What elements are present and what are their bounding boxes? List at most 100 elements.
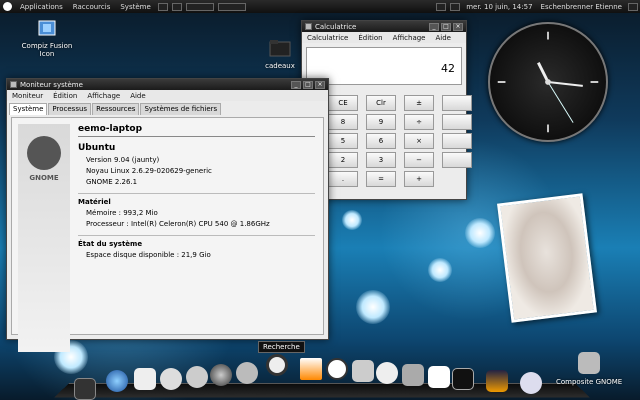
- key-9[interactable]: 9: [366, 114, 396, 130]
- key-divide[interactable]: ÷: [404, 114, 434, 130]
- search-icon[interactable]: [266, 354, 288, 376]
- media-icon[interactable]: [186, 366, 208, 388]
- tab-processus[interactable]: Processus: [48, 103, 92, 115]
- launcher-icon[interactable]: [171, 2, 182, 11]
- key-equals[interactable]: =: [366, 171, 396, 187]
- gimp-icon[interactable]: [236, 362, 258, 384]
- hostname: eemo-laptop: [78, 124, 315, 137]
- inkscape-icon[interactable]: [352, 360, 374, 382]
- bubble-decoration: [342, 210, 362, 230]
- compiz-icon: [38, 20, 56, 36]
- menu-edition[interactable]: Édition: [48, 92, 82, 100]
- key-6[interactable]: 6: [366, 133, 396, 149]
- shutdown-icon[interactable]: [628, 2, 638, 11]
- key-blank[interactable]: [442, 133, 472, 149]
- mail-icon[interactable]: [134, 368, 156, 390]
- tab-systeme[interactable]: Système: [9, 103, 48, 115]
- gnome-version: GNOME 2.26.1: [86, 178, 138, 186]
- network-icon[interactable]: [436, 2, 447, 11]
- key-3[interactable]: 3: [366, 152, 396, 168]
- disk-space-info: Espace disque disponible : 21,9 Gio: [86, 251, 211, 259]
- menu-edition[interactable]: Édition: [353, 34, 387, 42]
- key-blank[interactable]: [442, 114, 472, 130]
- key-2[interactable]: 2: [328, 152, 358, 168]
- key-ce[interactable]: CE: [328, 95, 358, 111]
- bubble-decoration: [465, 218, 495, 248]
- menu-aide[interactable]: Aide: [431, 34, 456, 42]
- calculator-menubar: Calculatrice Édition Affichage Aide: [302, 32, 466, 43]
- settings-icon[interactable]: [402, 364, 424, 386]
- minimize-button[interactable]: _: [291, 80, 301, 89]
- tab-systemes-fichiers[interactable]: Systèmes de fichiers: [140, 103, 222, 115]
- gnome-logo-text: GNOME: [29, 174, 59, 182]
- bubble-decoration: [428, 258, 452, 282]
- desktop-icon-cadeaux[interactable]: cadeaux: [258, 38, 302, 70]
- workspace-switcher-icon[interactable]: [217, 2, 246, 11]
- panel-clock[interactable]: mer. 10 juin, 14:57: [462, 3, 536, 11]
- key-plus[interactable]: +: [404, 171, 434, 187]
- chat-icon[interactable]: [160, 368, 182, 390]
- panel-user[interactable]: Eschenbrenner Etienne: [537, 3, 626, 11]
- sysmon-menubar: Moniteur Édition Affichage Aide: [7, 90, 328, 101]
- sysmon-tabs: Système Processus Ressources Systèmes de…: [7, 103, 328, 115]
- composite-gnome-icon[interactable]: [578, 352, 600, 374]
- composite-gnome-label: Composite GNOME: [556, 378, 623, 386]
- key-decimal[interactable]: .: [328, 171, 358, 187]
- close-button[interactable]: ×: [453, 22, 463, 31]
- clock-hour-hand: [537, 62, 550, 83]
- analog-clock-widget: [488, 22, 608, 142]
- maximize-button[interactable]: □: [303, 80, 313, 89]
- workspace-switcher-icon[interactable]: [185, 2, 214, 11]
- minimize-button[interactable]: _: [429, 22, 439, 31]
- system-monitor-icon: [10, 81, 17, 88]
- launcher-icon[interactable]: [157, 2, 168, 11]
- menu-places[interactable]: Raccourcis: [68, 3, 116, 11]
- browser-icon[interactable]: [106, 370, 128, 392]
- document-icon[interactable]: [428, 366, 450, 388]
- key-minus[interactable]: −: [404, 152, 434, 168]
- key-blank[interactable]: [442, 95, 472, 111]
- desktop-icon-compiz[interactable]: Compiz Fusion Icon: [14, 18, 80, 58]
- image-viewer-icon[interactable]: [486, 370, 508, 392]
- play-icon[interactable]: [326, 358, 348, 380]
- close-button[interactable]: ×: [315, 80, 325, 89]
- terminal-icon[interactable]: [452, 368, 474, 390]
- menu-affichage[interactable]: Affichage: [388, 34, 431, 42]
- os-name: Ubuntu: [78, 143, 116, 153]
- menu-calculatrice[interactable]: Calculatrice: [302, 34, 353, 42]
- calculator-titlebar[interactable]: Calculatrice _ □ ×: [302, 21, 466, 32]
- key-multiply[interactable]: ×: [404, 133, 434, 149]
- key-8[interactable]: 8: [328, 114, 358, 130]
- bubble-decoration: [356, 290, 390, 324]
- weather-icon[interactable]: [520, 372, 542, 394]
- tab-ressources[interactable]: Ressources: [92, 103, 140, 115]
- dock-tooltip: Recherche: [258, 341, 305, 353]
- menu-affichage[interactable]: Affichage: [82, 92, 125, 100]
- gnome-foot-icon: [27, 136, 61, 170]
- home-folder-icon[interactable]: [74, 378, 96, 400]
- vlc-icon[interactable]: [300, 358, 322, 380]
- menu-system[interactable]: Système: [115, 3, 155, 11]
- photo-widget[interactable]: [497, 193, 597, 323]
- menu-applications[interactable]: Applications: [15, 3, 68, 11]
- hardware-section: Matériel Mémoire : 993,2 Mio Processeur …: [78, 193, 315, 228]
- gnome-foot-icon[interactable]: [3, 2, 12, 11]
- folder-icon: [269, 40, 291, 57]
- globe-icon[interactable]: [210, 364, 232, 386]
- maximize-button[interactable]: □: [441, 22, 451, 31]
- status-section: État du système Espace disque disponible…: [78, 235, 315, 259]
- volume-icon[interactable]: [450, 2, 461, 11]
- key-clr[interactable]: Clr: [366, 95, 396, 111]
- menu-aide[interactable]: Aide: [125, 92, 150, 100]
- calculator-icon: [305, 23, 312, 30]
- system-pane: GNOME eemo-laptop Ubuntu Version 9.04 (j…: [11, 117, 324, 352]
- key-5[interactable]: 5: [328, 133, 358, 149]
- sysmon-titlebar[interactable]: Moniteur système _ □ ×: [7, 79, 328, 90]
- key-plusminus[interactable]: ±: [404, 95, 434, 111]
- menu-moniteur[interactable]: Moniteur: [7, 92, 48, 100]
- gnome-logo: GNOME: [18, 124, 70, 352]
- video-reel-icon[interactable]: [376, 362, 398, 384]
- kernel-version: Noyau Linux 2.6.29-020629-generic: [86, 167, 212, 175]
- key-blank[interactable]: [442, 152, 472, 168]
- panel-right: mer. 10 juin, 14:57 Eschenbrenner Etienn…: [434, 2, 640, 11]
